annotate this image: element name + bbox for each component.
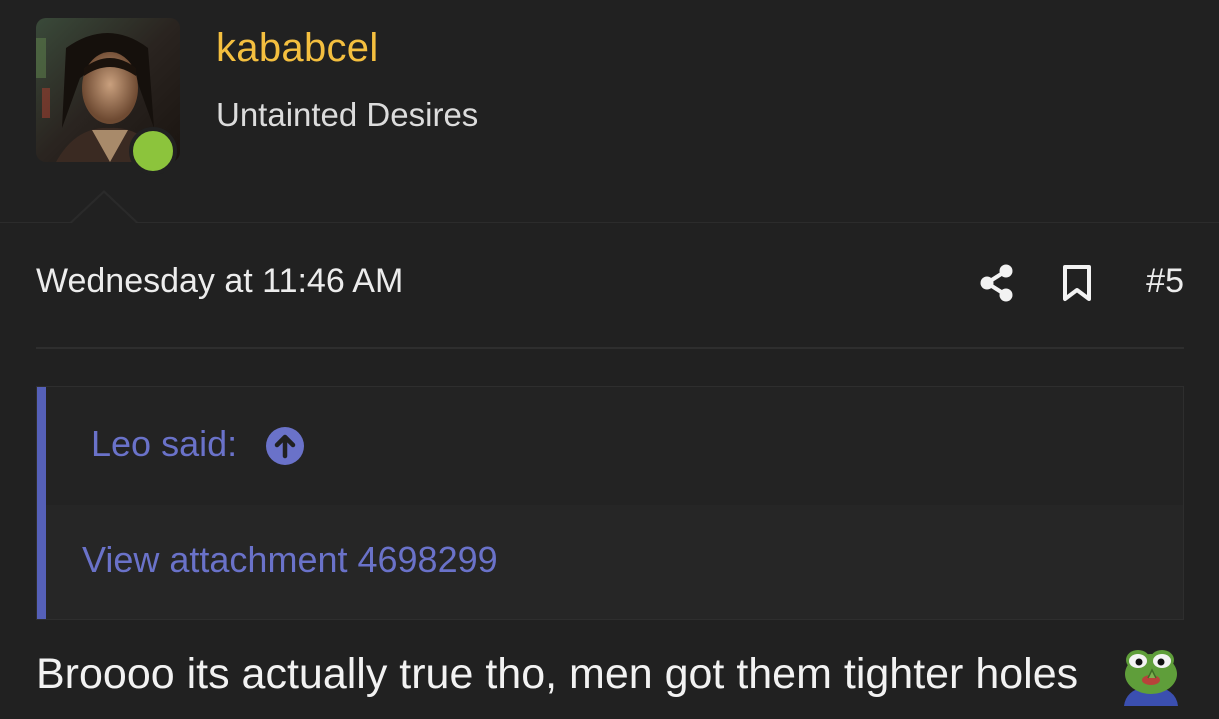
- pepe-frog-emoji-icon: [1124, 650, 1178, 706]
- quote-author-link[interactable]: Leo said:: [91, 423, 237, 465]
- post-meta: Wednesday at 11:46 AM #5: [36, 258, 1184, 310]
- header-pointer-inner: [72, 193, 136, 223]
- username[interactable]: kababcel: [216, 26, 379, 71]
- online-status-dot: [129, 127, 177, 175]
- user-header: kababcel Untainted Desires: [0, 0, 1219, 223]
- post-container: kababcel Untainted Desires Wednesday at …: [0, 0, 1219, 719]
- bookmark-icon[interactable]: [1062, 264, 1092, 302]
- share-icon[interactable]: [980, 264, 1014, 302]
- post-number[interactable]: #5: [1146, 262, 1184, 301]
- post-date[interactable]: Wednesday at 11:46 AM: [36, 262, 403, 301]
- arrow-up-circle-icon[interactable]: [266, 427, 304, 465]
- attachment-link[interactable]: View attachment 4698299: [82, 539, 498, 581]
- post-message: Broooo its actually true tho, men got th…: [36, 650, 1079, 698]
- divider: [36, 347, 1184, 349]
- quote-header: Leo said:: [46, 387, 1183, 505]
- quote-accent-bar: [37, 387, 46, 619]
- quote-body: View attachment 4698299: [46, 505, 1183, 619]
- user-title: Untainted Desires: [216, 96, 479, 133]
- quote-block: Leo said: View attachment 4698299: [36, 386, 1184, 620]
